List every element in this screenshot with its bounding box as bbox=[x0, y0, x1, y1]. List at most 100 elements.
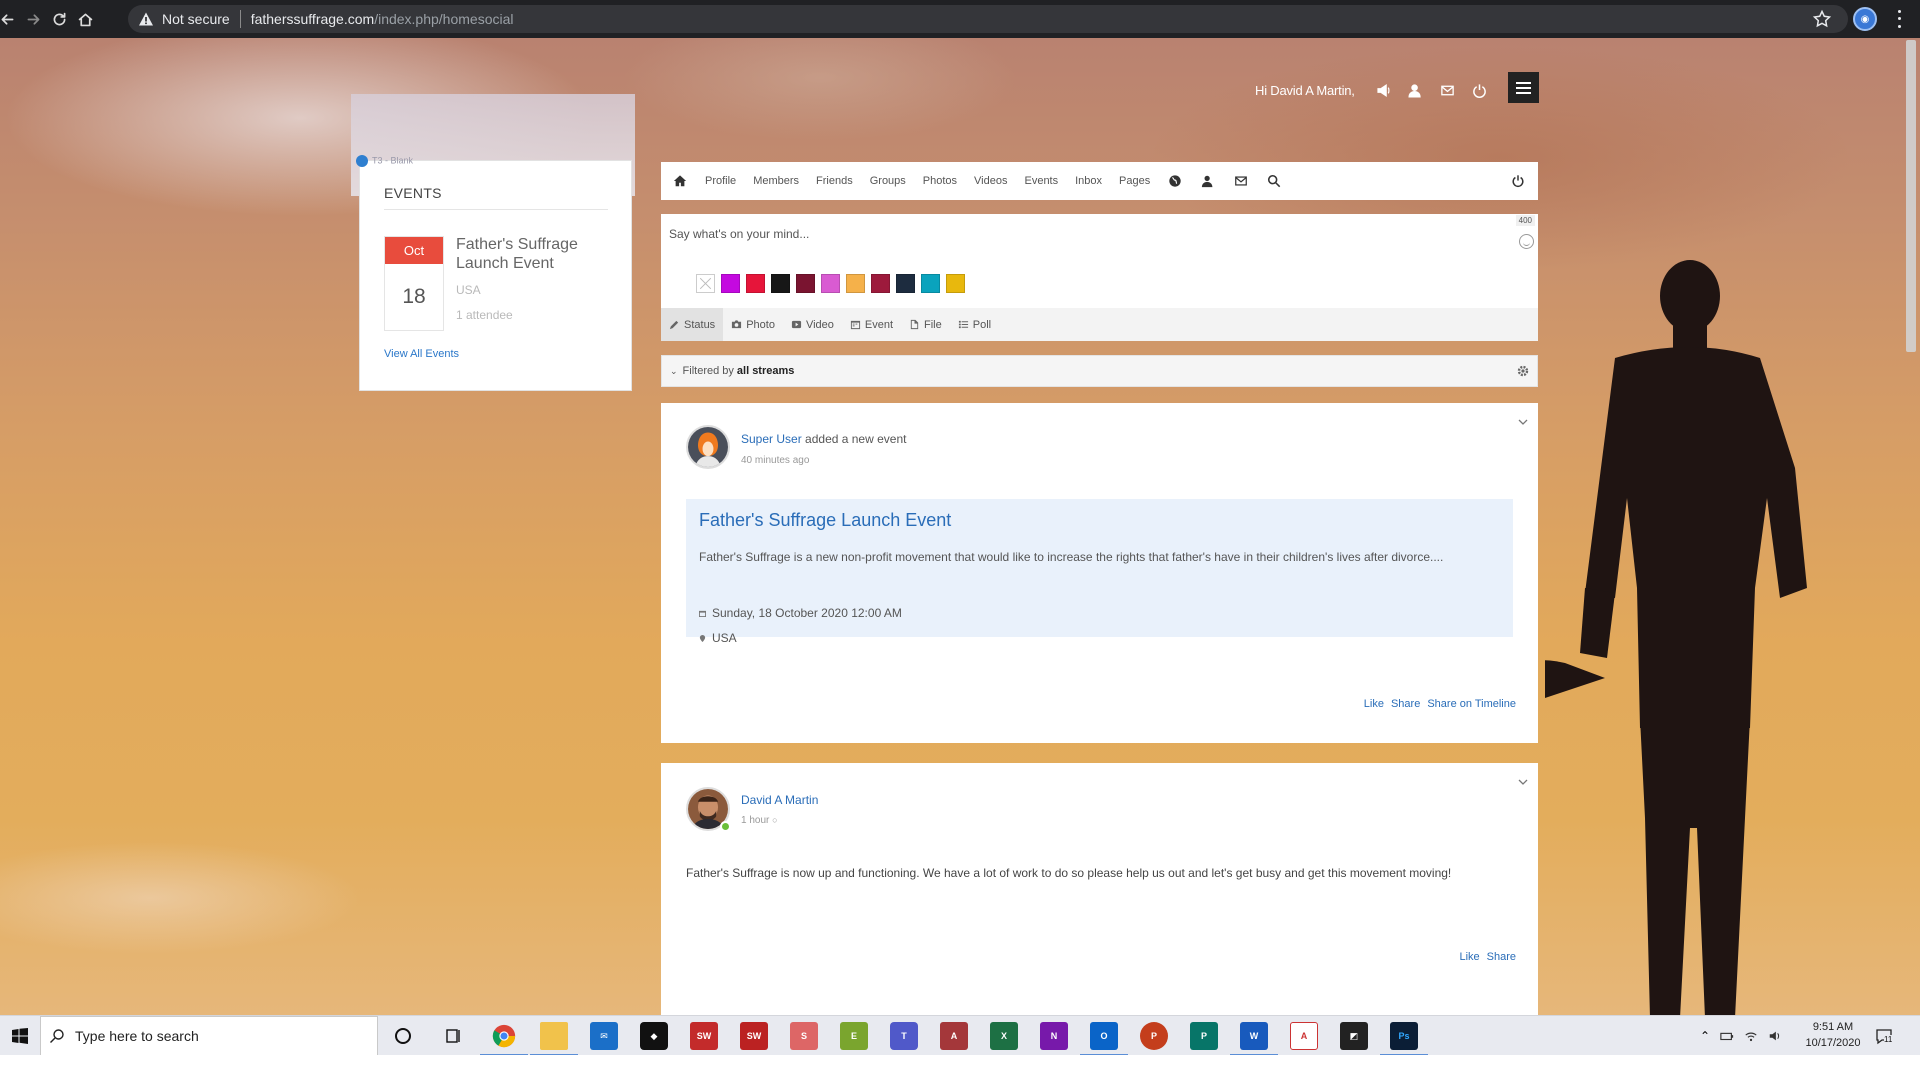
forward-icon[interactable] bbox=[20, 6, 46, 32]
post-options-chevron-icon[interactable] bbox=[1518, 777, 1528, 787]
nav-photos[interactable]: Photos bbox=[923, 175, 957, 187]
mail-app-icon[interactable]: ✉ bbox=[590, 1022, 618, 1050]
acrobat-icon[interactable]: A bbox=[1290, 1022, 1318, 1050]
battery-icon[interactable] bbox=[1720, 1029, 1734, 1043]
page-scrollbar[interactable] bbox=[1906, 40, 1916, 352]
nav-inbox[interactable]: Inbox bbox=[1075, 175, 1102, 187]
stream-filter[interactable]: ⌄ Filtered by all streams bbox=[661, 355, 1538, 387]
home-nav-icon[interactable] bbox=[672, 173, 688, 189]
user-greeting[interactable]: Hi David A Martin, bbox=[1255, 83, 1355, 98]
post-time[interactable]: 1 hour bbox=[741, 815, 769, 826]
access-icon[interactable]: A bbox=[940, 1022, 968, 1050]
outlook-icon[interactable]: O bbox=[1080, 1022, 1128, 1056]
app-icon[interactable]: E bbox=[840, 1022, 868, 1050]
swatch[interactable] bbox=[746, 274, 765, 293]
action-center-icon[interactable]: 11 bbox=[1875, 1027, 1893, 1045]
swatch[interactable] bbox=[771, 274, 790, 293]
filter-value[interactable]: all streams bbox=[737, 365, 794, 377]
swatch[interactable] bbox=[871, 274, 890, 293]
like-link[interactable]: Like bbox=[1364, 698, 1384, 710]
file-explorer-icon[interactable] bbox=[530, 1022, 578, 1056]
tab-status[interactable]: Status bbox=[661, 308, 724, 341]
cortana-icon[interactable] bbox=[393, 1026, 413, 1046]
event-attendees[interactable]: 1 attendee bbox=[456, 308, 513, 322]
back-icon[interactable] bbox=[0, 6, 20, 32]
swatch-none[interactable] bbox=[696, 274, 715, 293]
post-options-chevron-icon[interactable] bbox=[1518, 417, 1528, 427]
tab-poll[interactable]: Poll bbox=[950, 308, 999, 341]
like-link[interactable]: Like bbox=[1459, 951, 1479, 963]
post-time[interactable]: 40 minutes ago bbox=[741, 455, 809, 466]
solidworks-icon[interactable]: SW bbox=[740, 1022, 768, 1050]
tab-video[interactable]: Video bbox=[783, 308, 842, 341]
app-icon[interactable]: ◆ bbox=[640, 1022, 668, 1050]
solidworks-icon[interactable]: SW bbox=[690, 1022, 718, 1050]
reload-icon[interactable] bbox=[46, 6, 72, 32]
nav-members[interactable]: Members bbox=[753, 175, 799, 187]
power-icon[interactable] bbox=[1510, 173, 1526, 189]
nav-pages[interactable]: Pages bbox=[1119, 175, 1150, 187]
address-bar[interactable]: Not secure fatherssuffrage.com/index.php… bbox=[128, 5, 1848, 33]
wifi-icon[interactable] bbox=[1744, 1029, 1758, 1043]
view-all-events-link[interactable]: View All Events bbox=[384, 348, 459, 360]
excel-icon[interactable]: X bbox=[990, 1022, 1018, 1050]
search-icon[interactable] bbox=[1266, 173, 1282, 189]
swatch[interactable] bbox=[721, 274, 740, 293]
photoshop-icon[interactable]: Ps bbox=[1380, 1022, 1428, 1056]
volume-icon[interactable] bbox=[1768, 1029, 1782, 1043]
powerpoint-icon[interactable]: P bbox=[1140, 1022, 1168, 1050]
publisher-icon[interactable]: P bbox=[1190, 1022, 1218, 1050]
status-input[interactable]: Say what's on your mind... bbox=[669, 227, 809, 241]
home-icon[interactable] bbox=[72, 6, 98, 32]
app-icon[interactable]: S bbox=[790, 1022, 818, 1050]
swatch[interactable] bbox=[821, 274, 840, 293]
tab-event[interactable]: Event bbox=[842, 308, 901, 341]
swatch[interactable] bbox=[896, 274, 915, 293]
author-link[interactable]: David A Martin bbox=[741, 793, 818, 807]
nav-friends[interactable]: Friends bbox=[816, 175, 853, 187]
tab-file[interactable]: File bbox=[901, 308, 950, 341]
security-label[interactable]: Not secure bbox=[162, 11, 230, 27]
friends-icon[interactable] bbox=[1403, 80, 1429, 100]
swatch[interactable] bbox=[796, 274, 815, 293]
task-view-icon[interactable] bbox=[443, 1026, 463, 1046]
word-icon[interactable]: W bbox=[1230, 1022, 1278, 1056]
nav-videos[interactable]: Videos bbox=[974, 175, 1007, 187]
chrome-app-icon[interactable] bbox=[480, 1022, 528, 1056]
share-link[interactable]: Share bbox=[1391, 698, 1420, 710]
friend-requests-icon[interactable] bbox=[1200, 173, 1216, 189]
bookmark-star-icon[interactable] bbox=[1812, 9, 1832, 29]
nav-profile[interactable]: Profile bbox=[705, 175, 736, 187]
event-title-link[interactable]: Father's Suffrage Launch Event bbox=[456, 235, 606, 273]
author-link[interactable]: Super User bbox=[741, 432, 802, 446]
logout-icon[interactable] bbox=[1467, 80, 1493, 100]
chevron-up-icon[interactable]: ⌃ bbox=[1700, 1029, 1710, 1043]
swatch[interactable] bbox=[846, 274, 865, 293]
public-globe-icon[interactable]: ○ bbox=[772, 815, 777, 825]
taskbar-search[interactable]: Type here to search bbox=[40, 1016, 378, 1056]
share-link[interactable]: Share bbox=[1487, 951, 1516, 963]
extension-icon[interactable]: ◉ bbox=[1853, 7, 1877, 31]
tab-photo[interactable]: Photo bbox=[723, 308, 783, 341]
avatar[interactable] bbox=[686, 425, 730, 469]
app-icon[interactable]: ◩ bbox=[1340, 1022, 1368, 1050]
browser-menu-icon[interactable] bbox=[1893, 8, 1905, 30]
taskbar-clock[interactable]: 9:51 AM 10/17/2020 bbox=[1800, 1019, 1866, 1051]
site-logo[interactable]: T3 - Blank bbox=[356, 155, 446, 173]
mail-icon[interactable] bbox=[1435, 80, 1461, 100]
share-timeline-link[interactable]: Share on Timeline bbox=[1427, 698, 1516, 710]
emoji-icon[interactable] bbox=[1519, 234, 1534, 249]
globe-icon[interactable] bbox=[1167, 173, 1183, 189]
messages-icon[interactable] bbox=[1233, 173, 1249, 189]
event-title-link[interactable]: Father's Suffrage Launch Event bbox=[699, 510, 951, 531]
swatch[interactable] bbox=[921, 274, 940, 293]
gear-icon[interactable] bbox=[1517, 365, 1529, 377]
start-button[interactable] bbox=[0, 1016, 40, 1056]
onenote-icon[interactable]: N bbox=[1040, 1022, 1068, 1050]
hamburger-menu-button[interactable] bbox=[1508, 72, 1539, 103]
teams-icon[interactable]: T bbox=[890, 1022, 918, 1050]
swatch[interactable] bbox=[946, 274, 965, 293]
nav-groups[interactable]: Groups bbox=[870, 175, 906, 187]
megaphone-icon[interactable] bbox=[1371, 80, 1397, 100]
nav-events[interactable]: Events bbox=[1024, 175, 1058, 187]
